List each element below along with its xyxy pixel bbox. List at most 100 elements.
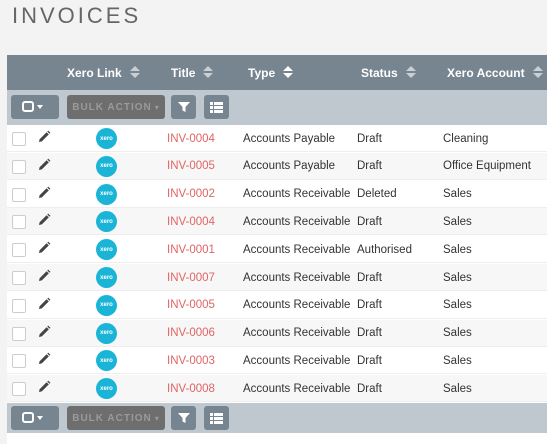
column-label: Status	[361, 65, 398, 80]
invoice-title-link[interactable]: INV-0002	[167, 181, 215, 208]
xero-logo-icon[interactable]: xero	[96, 239, 117, 261]
table-row[interactable]: xero INV-0006 Accounts Receivable Draft …	[7, 319, 547, 347]
pencil-icon[interactable]	[37, 213, 51, 227]
xero-logo-icon[interactable]: xero	[96, 128, 117, 149]
pencil-icon[interactable]	[37, 297, 51, 311]
chevron-down-icon: ▾	[154, 413, 160, 423]
filter-button[interactable]	[171, 95, 196, 119]
invoice-status: Authorised	[357, 243, 412, 256]
invoice-title-link[interactable]: INV-0004	[167, 208, 215, 235]
invoice-xero-account: Office Equipment	[443, 160, 532, 173]
row-checkbox[interactable]	[12, 326, 26, 341]
bulk-action-button[interactable]: BULK ACTION ▾	[67, 95, 165, 119]
xero-logo-icon[interactable]: xero	[96, 267, 117, 288]
sort-icon[interactable]	[405, 65, 416, 80]
pencil-icon[interactable]	[37, 130, 51, 144]
invoice-type: Accounts Receivable	[243, 243, 351, 256]
pencil-icon[interactable]	[37, 186, 51, 200]
xero-logo-icon[interactable]: xero	[96, 155, 117, 177]
page-title: INVOICES	[12, 3, 142, 28]
invoice-status: Draft	[357, 160, 382, 173]
column-header-xero-account[interactable]: Xero Account	[447, 55, 543, 90]
table-row[interactable]: xero INV-0003 Accounts Receivable Draft …	[7, 347, 547, 375]
invoice-type: Accounts Payable	[243, 132, 336, 145]
invoice-title-link[interactable]: INV-0001	[167, 236, 215, 263]
column-label: Type	[248, 65, 276, 80]
pencil-icon[interactable]	[37, 352, 51, 366]
invoice-type: Accounts Payable	[243, 160, 336, 173]
row-checkbox[interactable]	[12, 354, 26, 369]
table-row[interactable]: xero INV-0004 Accounts Receivable Draft …	[7, 208, 547, 236]
invoice-title-link[interactable]: INV-0006	[167, 320, 215, 347]
row-checkbox[interactable]	[12, 243, 26, 258]
column-chooser-button[interactable]	[204, 95, 229, 119]
sort-icon[interactable]	[532, 65, 543, 80]
table-row[interactable]: xero INV-0005 Accounts Payable Draft Off…	[7, 152, 547, 180]
table-row[interactable]: xero INV-0005 Accounts Receivable Draft …	[7, 292, 547, 319]
table-row[interactable]: xero INV-0004 Accounts Payable Draft Cle…	[7, 125, 547, 152]
invoice-xero-account: Cleaning	[443, 132, 489, 145]
select-dropdown-button[interactable]	[11, 406, 59, 430]
invoice-title-link[interactable]: INV-0005	[167, 153, 215, 180]
xero-logo-icon[interactable]: xero	[96, 378, 117, 400]
row-checkbox[interactable]	[12, 271, 26, 285]
xero-logo-label: xero	[100, 135, 113, 142]
filter-icon	[177, 102, 190, 112]
row-checkbox[interactable]	[12, 298, 26, 313]
table-row[interactable]: xero INV-0007 Accounts Receivable Draft …	[7, 264, 547, 291]
xero-logo-icon[interactable]: xero	[96, 350, 117, 372]
columns-icon	[210, 101, 223, 113]
row-checkbox[interactable]	[12, 159, 26, 174]
filter-icon	[177, 413, 190, 423]
table-row[interactable]: xero INV-0002 Accounts Receivable Delete…	[7, 181, 547, 208]
row-checkbox[interactable]	[12, 382, 26, 397]
column-header-xero-link[interactable]: Xero Link	[67, 55, 140, 90]
column-header-title[interactable]: Title	[171, 55, 214, 90]
chevron-down-icon: ▾	[154, 102, 160, 112]
xero-logo-icon[interactable]: xero	[96, 211, 117, 233]
invoice-title-link[interactable]: INV-0005	[167, 292, 215, 319]
invoice-title-link[interactable]: INV-0007	[167, 264, 215, 291]
xero-logo-label: xero	[100, 163, 113, 170]
pencil-icon[interactable]	[37, 325, 51, 339]
invoice-status: Draft	[357, 132, 382, 145]
xero-logo-label: xero	[100, 385, 113, 392]
column-label: Title	[171, 65, 196, 80]
invoice-title-link[interactable]: INV-0004	[167, 125, 215, 152]
invoice-type: Accounts Receivable	[243, 299, 351, 312]
pencil-icon[interactable]	[37, 380, 51, 394]
select-dropdown-button[interactable]	[11, 95, 59, 119]
checkbox-dropdown-icon	[22, 101, 43, 112]
bulk-action-button[interactable]: BULK ACTION ▾	[67, 406, 165, 430]
column-header-type[interactable]: Type	[248, 55, 294, 90]
row-checkbox[interactable]	[12, 187, 26, 202]
invoice-title-link[interactable]: INV-0003	[167, 347, 215, 374]
invoice-type: Accounts Receivable	[243, 382, 351, 395]
row-checkbox[interactable]	[12, 215, 26, 230]
pencil-icon[interactable]	[37, 158, 51, 172]
list-toolbar-top: BULK ACTION ▾	[7, 90, 547, 125]
column-header-status[interactable]: Status	[361, 55, 416, 90]
sort-icon[interactable]	[129, 65, 140, 80]
xero-logo-icon[interactable]: xero	[96, 183, 117, 205]
invoice-title-link[interactable]: INV-0008	[167, 375, 215, 402]
table-row[interactable]: xero INV-0001 Accounts Receivable Author…	[7, 236, 547, 264]
invoice-status: Draft	[357, 354, 382, 367]
filter-button[interactable]	[171, 406, 196, 430]
pencil-icon[interactable]	[37, 269, 51, 283]
xero-logo-icon[interactable]: xero	[96, 294, 117, 316]
invoices-list: Xero Link Title Type Status Xero Account	[7, 55, 547, 444]
table-header: Xero Link Title Type Status Xero Account	[7, 55, 547, 90]
column-chooser-button[interactable]	[204, 406, 229, 430]
row-checkbox[interactable]	[12, 132, 26, 146]
pencil-icon[interactable]	[37, 241, 51, 255]
invoice-xero-account: Sales	[443, 299, 472, 312]
invoice-status: Draft	[357, 327, 382, 340]
sort-icon[interactable]	[283, 65, 294, 80]
xero-logo-label: xero	[100, 302, 113, 309]
invoice-type: Accounts Receivable	[243, 215, 351, 228]
column-label: Xero Link	[67, 65, 122, 80]
sort-icon[interactable]	[203, 65, 214, 80]
table-row[interactable]: xero INV-0008 Accounts Receivable Draft …	[7, 375, 547, 403]
xero-logo-icon[interactable]: xero	[96, 322, 117, 344]
